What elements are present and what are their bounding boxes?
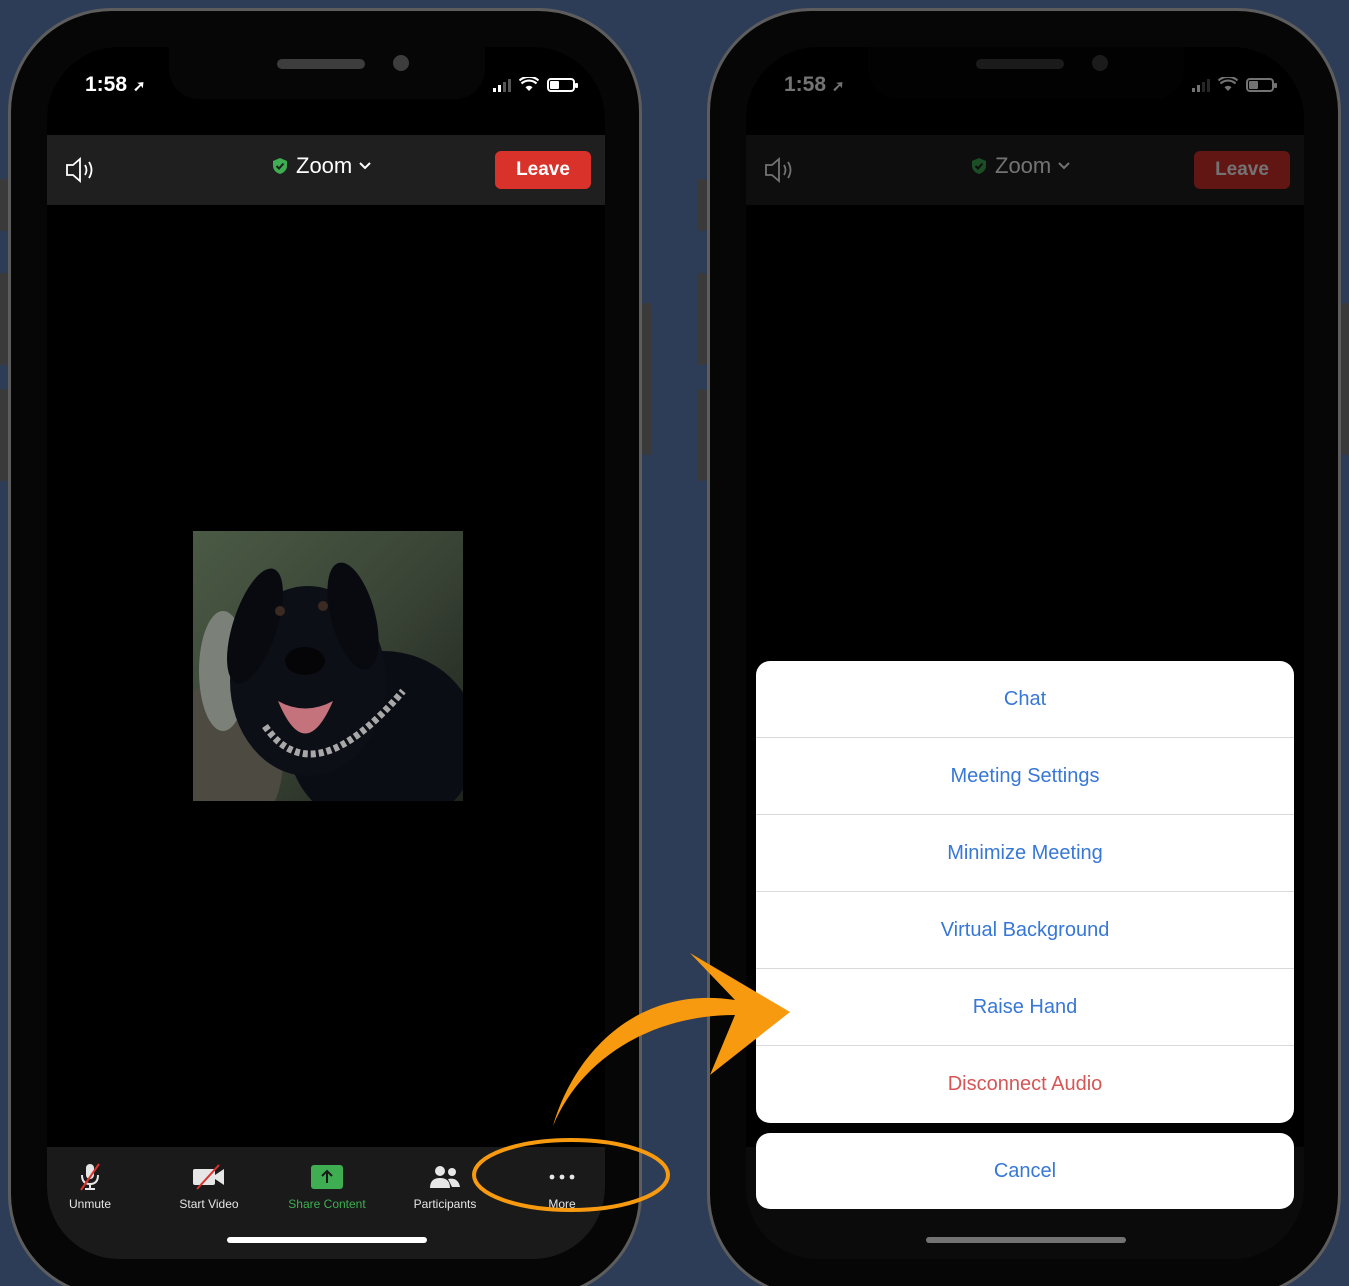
status-icons [493,77,578,92]
meeting-screen: 1:58 ➚ Zoom Leave Unmute Start Video Sha… [47,47,605,1259]
unmute-label: Unmute [68,1197,112,1211]
meeting-toolbar: Unmute Start Video Share Content Partici… [47,1147,605,1259]
menu-item-raise-hand[interactable]: Raise Hand [756,969,1294,1046]
more-label: More [548,1197,576,1211]
leave-button[interactable]: Leave [495,151,591,189]
share-arrow-icon [311,1165,343,1189]
volume-down-button [0,389,8,481]
more-dots-icon [549,1174,575,1180]
front-camera [393,55,409,71]
wifi-icon [519,77,539,91]
cancel-button[interactable]: Cancel [756,1133,1294,1209]
chevron-down-icon [359,162,371,170]
battery-icon [547,77,578,92]
meeting-top-bar: Zoom Leave [47,135,605,205]
volume-up-button [697,273,707,365]
speaker-icon[interactable] [63,155,99,185]
power-button [1341,303,1349,455]
power-button [642,303,652,455]
home-indicator [227,1237,427,1243]
phone-left: 1:58 ➚ Zoom Leave Unmute Start Video Sha… [0,8,652,1286]
unmute-button[interactable]: Unmute [47,1163,145,1211]
participants-button[interactable]: Participants [390,1163,500,1211]
mute-switch [0,179,8,231]
menu-item-minimize-meeting[interactable]: Minimize Meeting [756,815,1294,892]
meeting-title[interactable]: Zoom [271,153,371,179]
start-video-label: Start Video [179,1197,239,1211]
mute-switch [697,179,707,231]
start-video-button[interactable]: Start Video [154,1163,264,1211]
menu-item-chat[interactable]: Chat [756,661,1294,738]
signal-icon [493,78,511,92]
phone-right: 1:58 ➚ Zoom Leave [697,8,1349,1286]
location-icon: ➚ [132,78,146,95]
participants-label: Participants [413,1197,477,1211]
menu-item-virtual-background[interactable]: Virtual Background [756,892,1294,969]
shield-check-icon [273,158,287,174]
share-content-label: Share Content [288,1197,366,1211]
menu-item-disconnect-audio[interactable]: Disconnect Audio [756,1046,1294,1123]
status-time: 1:58 ➚ [85,73,146,96]
notch [169,47,485,99]
more-button[interactable]: More [507,1163,605,1211]
volume-down-button [697,389,707,481]
meeting-screen-with-menu: 1:58 ➚ Zoom Leave [746,47,1304,1259]
more-action-sheet: Chat Meeting Settings Minimize Meeting V… [756,661,1294,1123]
participants-icon [430,1166,460,1188]
microphone-muted-icon [80,1163,100,1191]
volume-up-button [0,273,8,365]
video-off-icon [193,1164,224,1190]
share-content-button[interactable]: Share Content [272,1163,382,1211]
meeting-title-text: Zoom [296,153,353,178]
earpiece [277,59,365,69]
participant-photo [193,531,463,801]
menu-item-meeting-settings[interactable]: Meeting Settings [756,738,1294,815]
